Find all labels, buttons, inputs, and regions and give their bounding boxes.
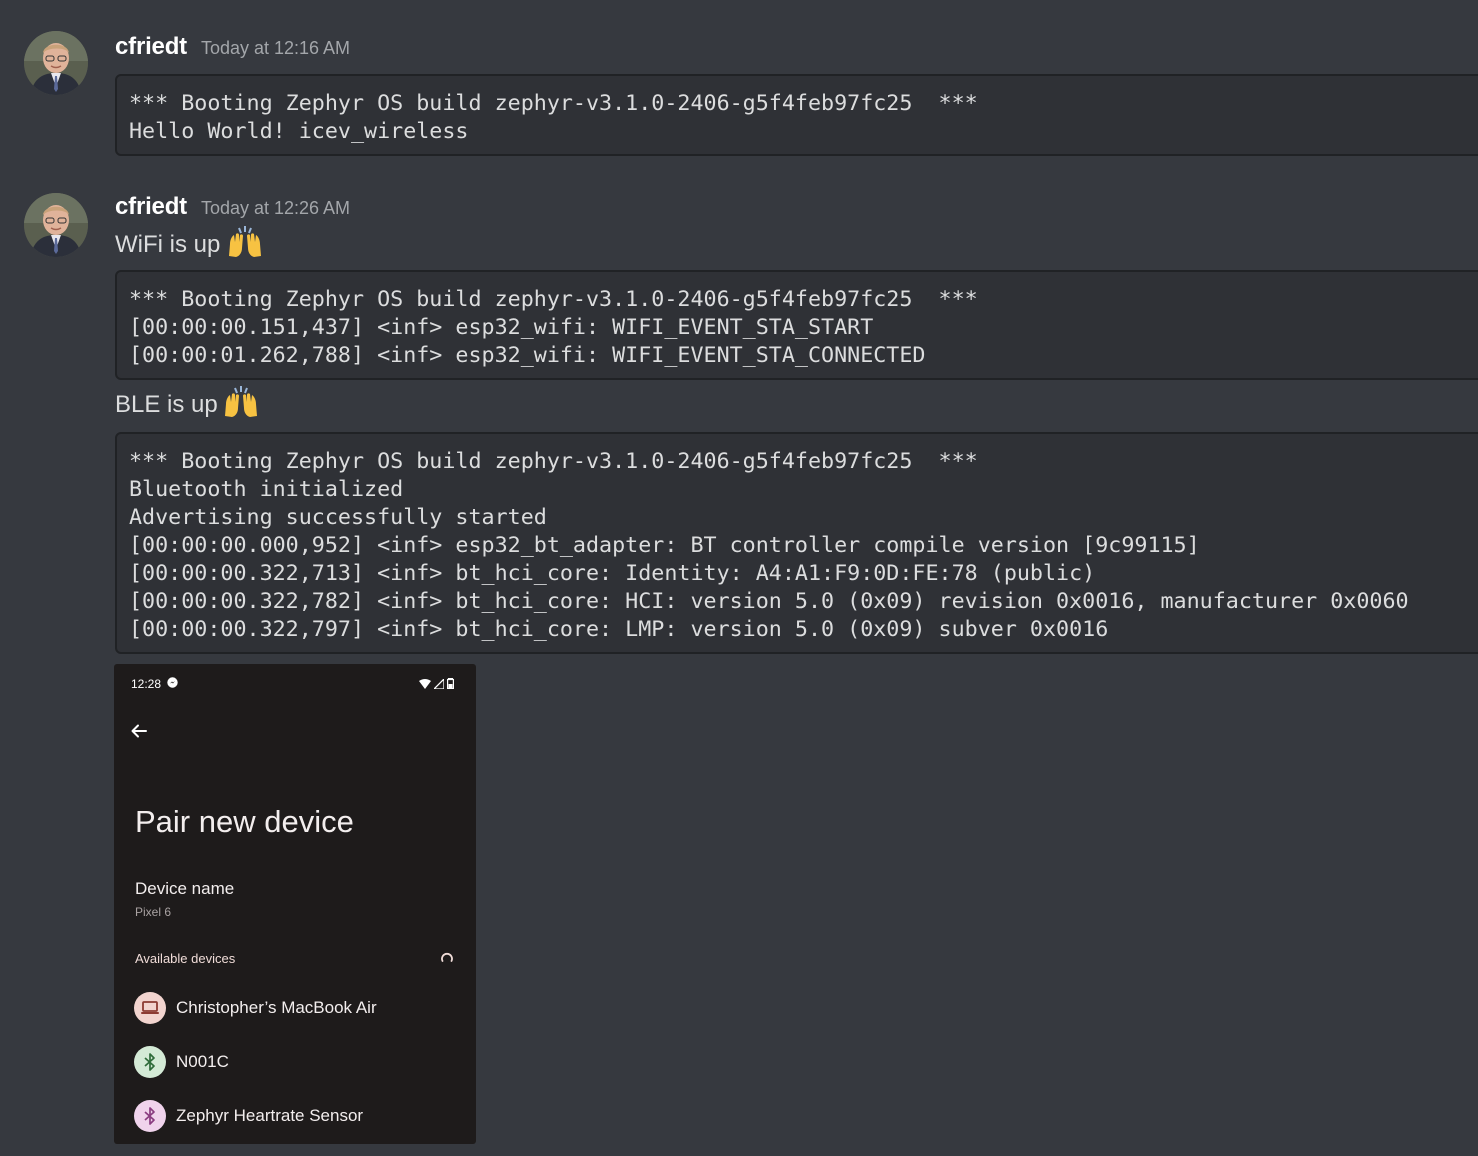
bluetooth-icon — [134, 1046, 166, 1078]
code-line: [00:00:00.322,782] <inf> bt_hci_core: HC… — [129, 589, 1409, 614]
code-line: *** Booting Zephyr OS build zephyr-v3.1.… — [129, 287, 978, 312]
timestamp[interactable]: Today at 12:16 AM — [201, 38, 350, 59]
device-name-value: Pixel 6 — [135, 905, 172, 919]
device-row-macbook[interactable]: Christopher’s MacBook Air — [134, 991, 377, 1025]
bluetooth-icon — [134, 1100, 166, 1132]
avatar[interactable] — [24, 31, 88, 95]
avatar-image — [24, 193, 88, 257]
username[interactable]: cfriedt — [115, 33, 187, 61]
code-line: Advertising successfully started — [129, 505, 547, 530]
laptop-icon — [134, 992, 166, 1024]
message-text: BLE is up — [115, 385, 260, 422]
loading-spinner-icon — [440, 951, 454, 965]
status-time-text: 12:28 — [131, 677, 162, 691]
device-name-label[interactable]: Device name — [135, 879, 234, 899]
battery-icon — [447, 676, 455, 694]
raising-hands-icon[interactable] — [222, 384, 260, 427]
code-line: *** Booting Zephyr OS build zephyr-v3.1.… — [129, 449, 978, 474]
message-text-content: WiFi is up — [115, 231, 221, 258]
code-line: Bluetooth initialized — [129, 477, 404, 502]
timestamp[interactable]: Today at 12:26 AM — [201, 198, 350, 219]
status-bar-time: 12:28 — [131, 677, 178, 691]
avatar[interactable] — [24, 193, 88, 257]
username[interactable]: cfriedt — [115, 193, 187, 221]
available-devices-label: Available devices — [135, 951, 236, 966]
message-text-content: BLE is up — [115, 391, 218, 418]
device-row-n001c[interactable]: N001C — [134, 1045, 229, 1079]
code-line: [00:00:00.322,797] <inf> bt_hci_core: LM… — [129, 617, 1109, 642]
message-text: WiFi is up — [115, 225, 264, 262]
page-title: Pair new device — [135, 804, 354, 839]
image-attachment[interactable]: 12:28 Pair new device Device name Pixel … — [114, 664, 476, 1144]
code-block: *** Booting Zephyr OS build zephyr-v3.1.… — [115, 270, 1478, 380]
wifi-icon — [419, 676, 431, 694]
code-block: *** Booting Zephyr OS build zephyr-v3.1.… — [115, 432, 1478, 654]
message-header: cfriedt Today at 12:26 AM — [115, 193, 350, 223]
status-bar-icons — [419, 676, 455, 694]
device-name: Christopher’s MacBook Air — [176, 998, 377, 1017]
avatar-image — [24, 31, 88, 95]
code-line: [00:00:01.262,788] <inf> esp32_wifi: WIF… — [129, 343, 926, 368]
device-name: N001C — [176, 1052, 229, 1071]
device-row-zephyr-heartrate[interactable]: Zephyr Heartrate Sensor — [134, 1099, 363, 1133]
messenger-icon — [167, 677, 178, 691]
code-line: Hello World! icev_wireless — [129, 119, 469, 144]
code-line: [00:00:00.151,437] <inf> esp32_wifi: WIF… — [129, 315, 874, 340]
signal-icon — [432, 676, 445, 694]
code-block: *** Booting Zephyr OS build zephyr-v3.1.… — [115, 74, 1478, 156]
code-line: *** Booting Zephyr OS build zephyr-v3.1.… — [129, 91, 978, 116]
raising-hands-icon[interactable] — [226, 224, 264, 267]
code-line: [00:00:00.000,952] <inf> esp32_bt_adapte… — [129, 533, 1200, 558]
device-name: Zephyr Heartrate Sensor — [176, 1106, 364, 1125]
message-header: cfriedt Today at 12:16 AM — [115, 33, 350, 63]
code-line: [00:00:00.322,713] <inf> bt_hci_core: Id… — [129, 561, 1096, 586]
back-arrow-icon[interactable] — [128, 720, 150, 742]
